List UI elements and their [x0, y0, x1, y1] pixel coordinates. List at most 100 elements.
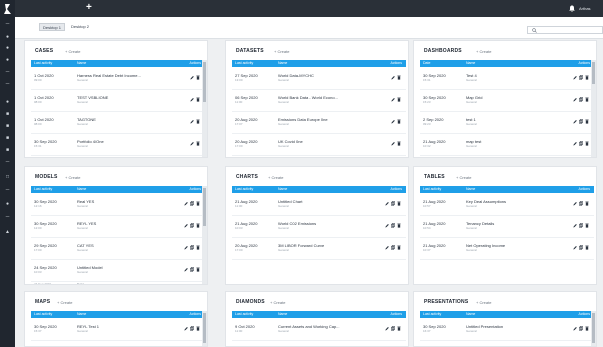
- nav-line-icon[interactable]: ─: [5, 160, 10, 165]
- bell-icon[interactable]: [569, 5, 575, 12]
- edit-icon[interactable]: [190, 75, 194, 80]
- copy-icon[interactable]: [190, 201, 194, 206]
- col-name[interactable]: Name: [77, 60, 86, 67]
- nav-dot-icon[interactable]: ●: [5, 46, 10, 51]
- nav-dot-icon[interactable]: ●: [5, 35, 10, 40]
- table-row[interactable]: 21 Aug 2020 10:54 Tenancy Details Genera…: [420, 216, 594, 238]
- edit-icon[interactable]: [184, 326, 188, 331]
- copy-icon[interactable]: [579, 75, 583, 80]
- copy-icon[interactable]: [391, 223, 395, 228]
- table-row[interactable]: 1 Oct 2020 08:00 TEST VSBLIONE General: [31, 90, 205, 112]
- nav-globe-icon[interactable]: ●: [5, 100, 10, 105]
- col-name[interactable]: Name: [77, 186, 86, 193]
- tab-desktop-2[interactable]: Desktop 2: [68, 23, 92, 31]
- nav-shield-icon[interactable]: □: [5, 175, 10, 180]
- scrollbar-thumb[interactable]: [592, 62, 595, 84]
- delete-icon[interactable]: [585, 75, 589, 80]
- search-input[interactable]: [527, 26, 603, 34]
- col-name[interactable]: Name: [278, 60, 287, 67]
- edit-icon[interactable]: [184, 223, 188, 228]
- copy-icon[interactable]: [391, 326, 395, 331]
- copy-icon[interactable]: [190, 245, 194, 250]
- delete-icon[interactable]: [397, 141, 401, 146]
- delete-icon[interactable]: [397, 201, 401, 206]
- edit-icon[interactable]: [385, 223, 389, 228]
- create-link[interactable]: + Create: [476, 49, 491, 54]
- delete-icon[interactable]: [397, 223, 401, 228]
- nav-triangle-icon[interactable]: ▲: [5, 230, 10, 235]
- copy-icon[interactable]: [190, 267, 194, 272]
- table-row[interactable]: 21 Aug 2020 11:00 Untitled Chart General: [232, 194, 406, 216]
- table-row[interactable]: 30 Sep 2020 15:31 Portfolio 4/One Genera…: [31, 134, 205, 156]
- col-last-activity[interactable]: Last activity: [34, 311, 52, 318]
- delete-icon[interactable]: [196, 201, 200, 206]
- edit-icon[interactable]: [184, 267, 188, 272]
- copy-icon[interactable]: [391, 245, 395, 250]
- col-last-activity[interactable]: Date: [423, 60, 430, 67]
- col-name[interactable]: Name: [278, 311, 287, 318]
- user-name[interactable]: Arthas: [579, 6, 591, 11]
- edit-icon[interactable]: [385, 245, 389, 250]
- scrollbar-thumb[interactable]: [203, 188, 206, 226]
- copy-icon[interactable]: [391, 201, 395, 206]
- scrollbar[interactable]: [591, 60, 596, 157]
- create-link[interactable]: + Create: [476, 300, 491, 305]
- nav-square-icon[interactable]: ■: [5, 124, 10, 129]
- nav-square-icon[interactable]: ■: [5, 112, 10, 117]
- nav-line-icon[interactable]: ─: [5, 188, 10, 193]
- edit-icon[interactable]: [385, 326, 389, 331]
- delete-icon[interactable]: [397, 119, 401, 124]
- create-link[interactable]: + Create: [270, 300, 285, 305]
- delete-icon[interactable]: [585, 97, 589, 102]
- table-row[interactable]: 20 Aug 2020 17:00 UK Covid 0ne General: [232, 134, 406, 156]
- delete-icon[interactable]: [397, 75, 401, 80]
- table-row[interactable]: 21 Aug 2020 10:03 World C02 Emissions Ge…: [232, 216, 406, 238]
- delete-icon[interactable]: [585, 326, 589, 331]
- delete-icon[interactable]: [196, 141, 200, 146]
- edit-icon[interactable]: [573, 326, 577, 331]
- col-name[interactable]: Name: [278, 186, 287, 193]
- copy-icon[interactable]: [579, 201, 583, 206]
- edit-icon[interactable]: [391, 119, 395, 124]
- nav-line-icon[interactable]: ─: [5, 82, 10, 87]
- create-link[interactable]: + Create: [65, 175, 80, 180]
- edit-icon[interactable]: [573, 245, 577, 250]
- copy-icon[interactable]: [579, 119, 583, 124]
- scrollbar[interactable]: [202, 60, 207, 157]
- table-row[interactable]: 20 Aug 2020 17:00 3M LIBOR Forward Curve…: [232, 238, 406, 260]
- edit-icon[interactable]: [184, 201, 188, 206]
- delete-icon[interactable]: [196, 75, 200, 80]
- delete-icon[interactable]: [585, 201, 589, 206]
- col-last-activity[interactable]: Last activity: [34, 186, 52, 193]
- create-link[interactable]: + Create: [65, 49, 80, 54]
- scrollbar[interactable]: [202, 311, 207, 346]
- delete-icon[interactable]: [397, 97, 401, 102]
- table-row[interactable]: 9 Oct 2020 11:00 Current Assets and Work…: [232, 319, 406, 341]
- copy-icon[interactable]: [579, 141, 583, 146]
- edit-icon[interactable]: [573, 97, 577, 102]
- delete-icon[interactable]: [585, 141, 589, 146]
- menu-icon[interactable]: ─: [5, 22, 10, 27]
- copy-icon[interactable]: [579, 223, 583, 228]
- copy-icon[interactable]: [190, 223, 194, 228]
- delete-icon[interactable]: [196, 119, 200, 124]
- table-row[interactable]: 30 Sep 2020 15:23 Map Grid General: [420, 90, 594, 112]
- create-link[interactable]: + Create: [274, 49, 289, 54]
- delete-icon[interactable]: [196, 97, 200, 102]
- delete-icon[interactable]: [196, 223, 200, 228]
- table-row[interactable]: 30 Sep 2020 15:37 REYL Test 1 General: [31, 319, 205, 341]
- col-name[interactable]: Name: [466, 311, 475, 318]
- add-desktop-icon[interactable]: +: [86, 3, 92, 13]
- table-row[interactable]: 29 Sep 2020 17:00 CAT YES General: [31, 238, 205, 260]
- col-last-activity[interactable]: Last activity: [235, 60, 253, 67]
- nav-line-icon[interactable]: ─: [5, 70, 10, 75]
- edit-icon[interactable]: [573, 141, 577, 146]
- table-row[interactable]: 30 Sep 2020 12:00 REYL YES General: [31, 216, 205, 238]
- edit-icon[interactable]: [190, 119, 194, 124]
- col-last-activity[interactable]: Last activity: [423, 311, 441, 318]
- delete-icon[interactable]: [397, 326, 401, 331]
- edit-icon[interactable]: [573, 201, 577, 206]
- table-row[interactable]: 06 Sep 2020 11:00 World Bank Data - Worl…: [232, 90, 406, 112]
- edit-icon[interactable]: [573, 223, 577, 228]
- table-row[interactable]: 1 Oct 2020 08:00 TAGTONE General: [31, 112, 205, 134]
